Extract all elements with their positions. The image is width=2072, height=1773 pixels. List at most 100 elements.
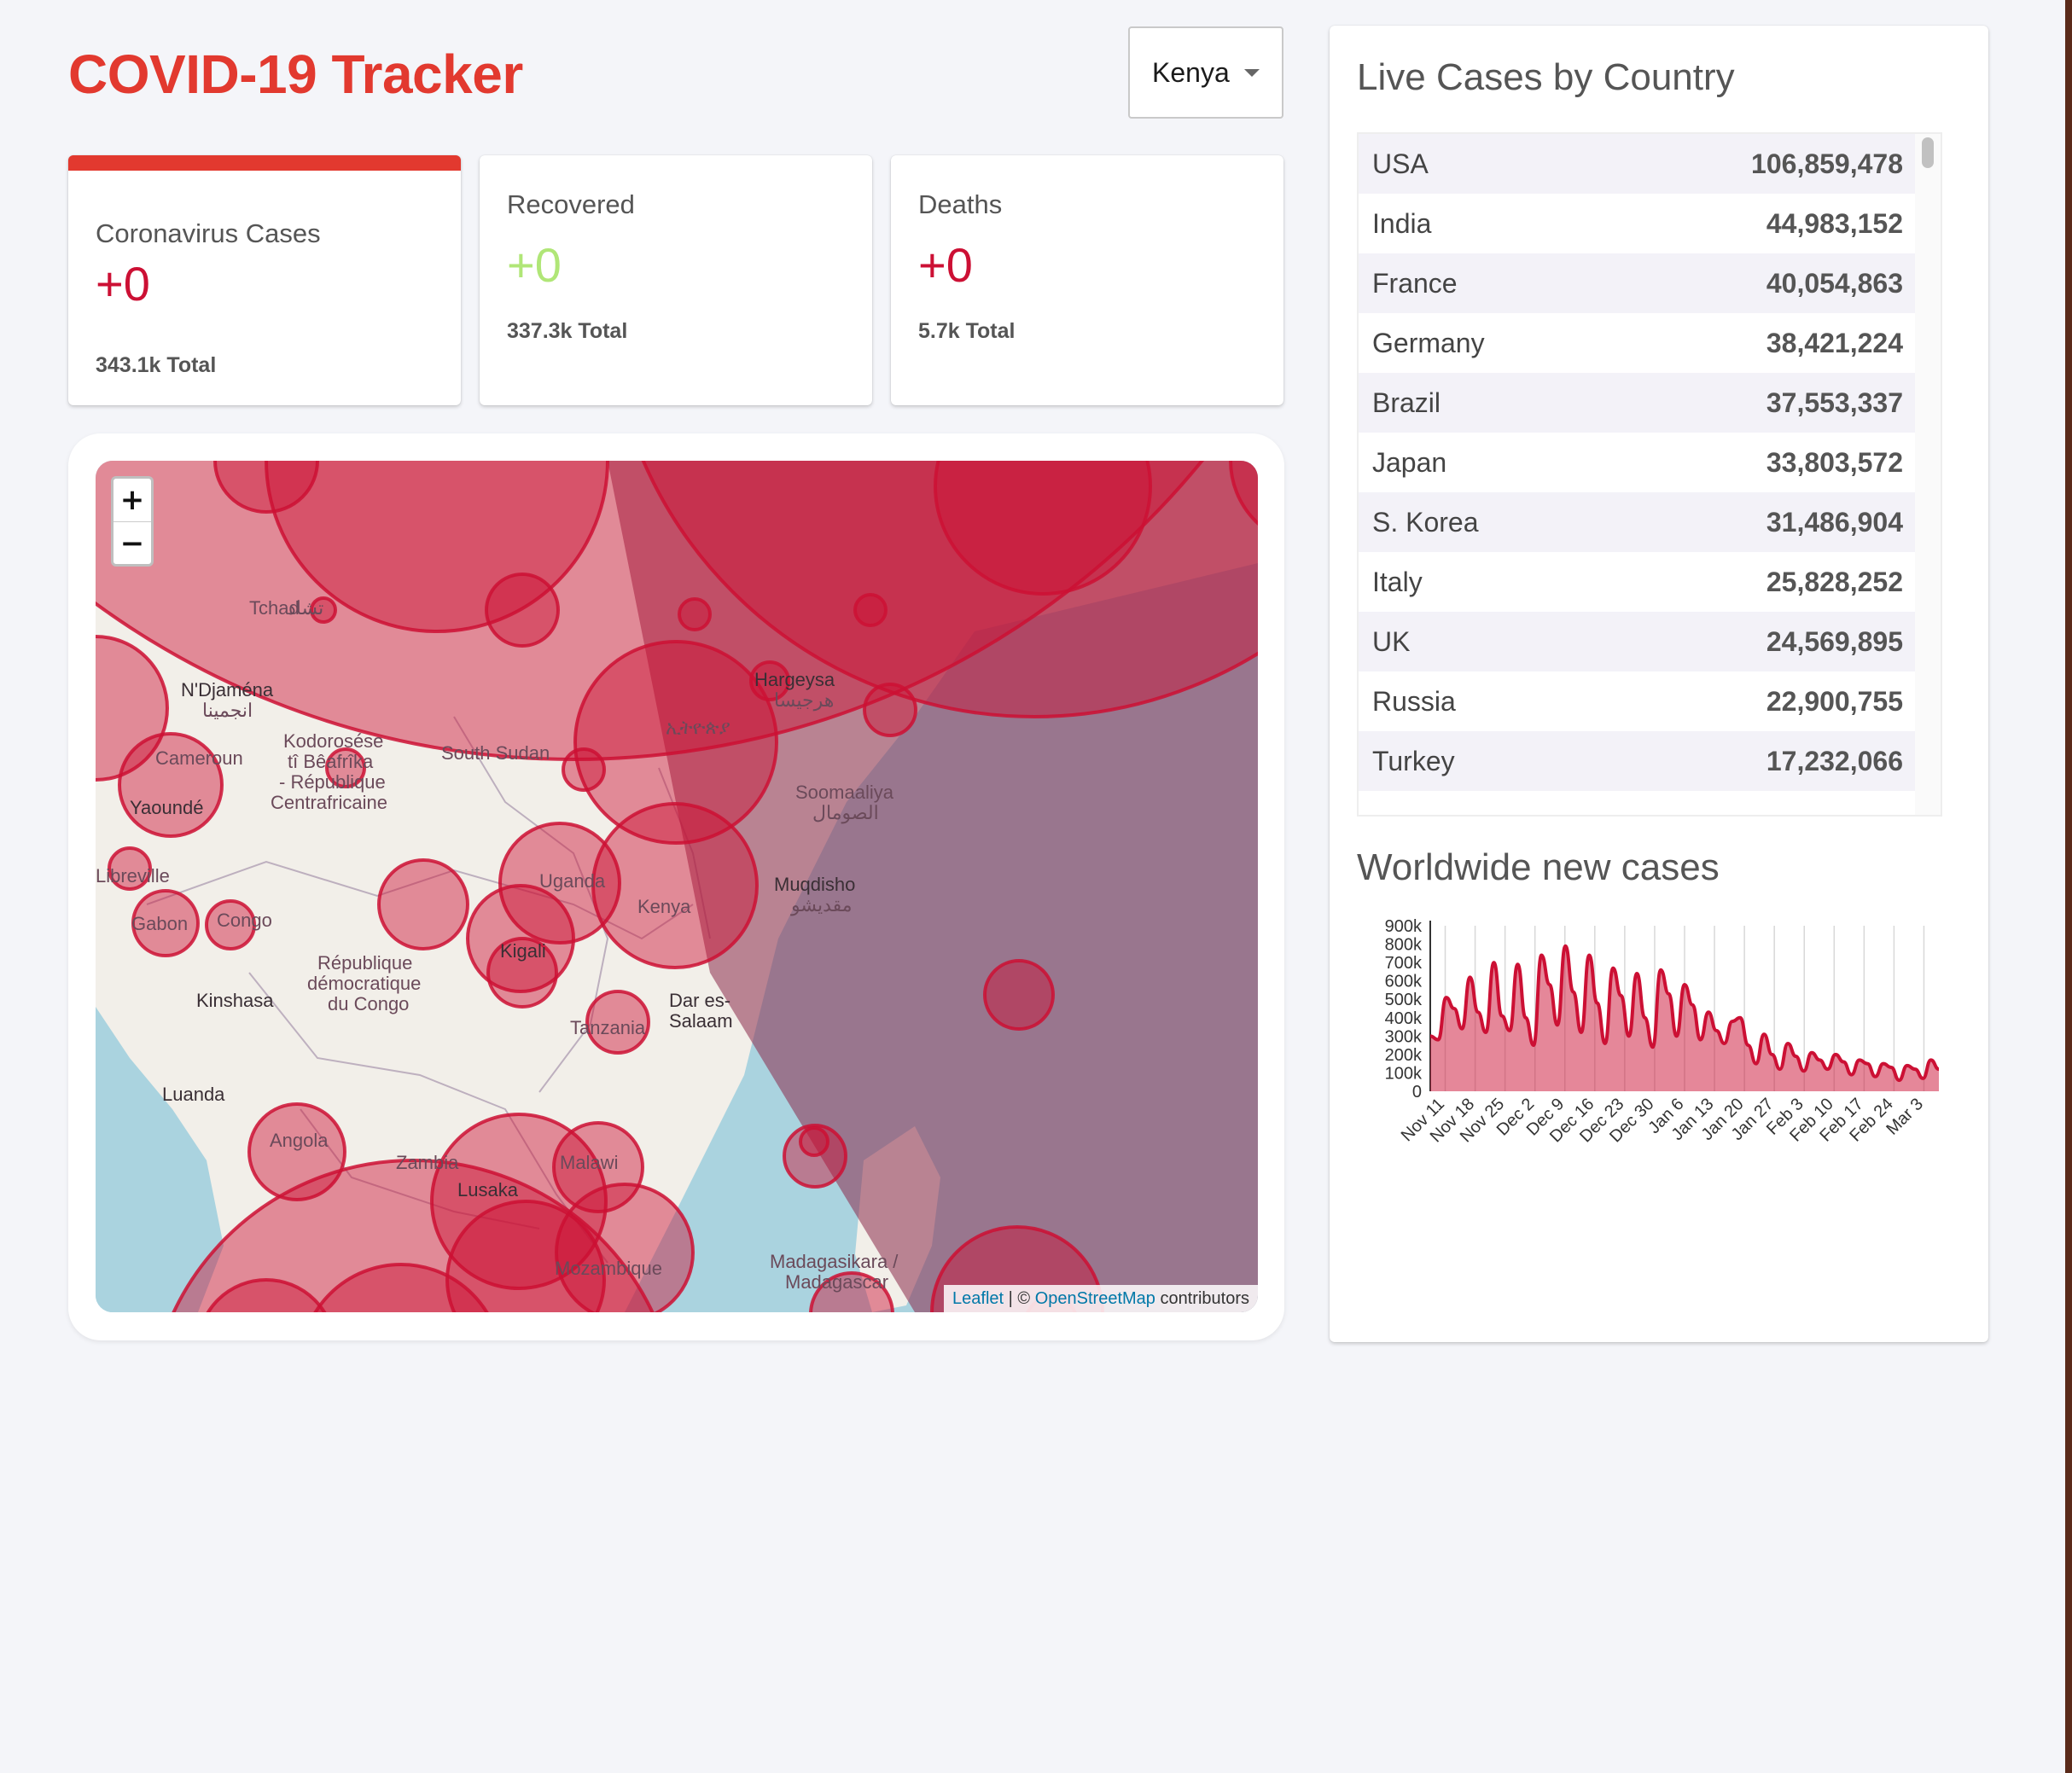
map-label: République [317,952,412,974]
cases-title: Coronavirus Cases [96,218,321,248]
side-panel: Live Cases by Country USA 106,859,478 Indi… [1330,26,1988,1342]
table-row: Turkey 17,232,066 [1359,731,1917,791]
live-cases-table[interactable]: USA 106,859,478 India 44,983,152 France 40,05… [1357,132,1942,817]
table-row: India 44,983,152 [1359,194,1917,253]
openstreetmap-link[interactable]: OpenStreetMap [1035,1289,1155,1308]
chart-y-tick: 600k [1385,973,1423,991]
map-label: Congo [217,910,272,931]
zoom-in-button[interactable]: + [113,479,151,522]
country-select[interactable]: Kenya [1128,26,1283,119]
cases-value: +0 [96,257,150,311]
map-label: Soomaaliya [795,782,894,803]
case-count: 33,803,572 [1766,446,1903,478]
map-label: Salaam [669,1010,733,1032]
map-canvas[interactable]: Tchad تشاد N'Djaména انجمينا Kodorosése … [96,461,1258,1312]
zoom-control: + − [111,476,154,567]
table-row: S. Korea 31,486,904 [1359,492,1917,552]
case-count: 25,828,252 [1766,566,1903,597]
country-name: Japan [1372,446,1447,478]
map[interactable]: Tchad تشاد N'Djaména انجمينا Kodorosése … [96,461,1258,1312]
map-label: Libreville [96,865,170,886]
chart-y-tick: 100k [1385,1064,1423,1083]
map-label: تشاد [288,597,323,619]
deaths-card[interactable]: Deaths +0 5.7k Total [891,155,1283,405]
country-select-value: Kenya [1152,56,1230,88]
chevron-down-icon [1244,68,1260,77]
recovered-title: Recovered [507,189,635,219]
chart-y-tick: 0 [1412,1083,1422,1102]
live-cases-heading: Live Cases by Country [1357,56,1735,98]
case-count: 31,486,904 [1766,506,1903,538]
map-label: Luanda [162,1084,225,1105]
table-row: USA 106,859,478 [1359,134,1917,194]
deaths-title: Deaths [918,189,1003,219]
map-label: مقديشو [790,894,853,916]
map-label: Malawi [560,1152,618,1173]
table-row: Germany 38,421,224 [1359,313,1917,373]
country-name: Turkey [1372,745,1455,776]
chart-y-tick: 200k [1385,1046,1423,1065]
map-label: Hargeysa [754,669,835,690]
map-card: Tchad تشاد N'Djaména انجمينا Kodorosése … [68,433,1284,1340]
table-row: Russia 22,900,755 [1359,671,1917,731]
map-label: Madagasikara / [770,1251,899,1272]
chart-y-tick: 400k [1385,1009,1423,1028]
cases-card[interactable]: Coronavirus Cases +0 343.1k Total [68,155,461,405]
map-label: Cameroun [155,747,243,769]
case-count: 44,983,152 [1766,207,1903,239]
map-label: Angola [270,1130,329,1151]
country-name: Russia [1372,685,1456,717]
case-count: 24,569,895 [1766,625,1903,657]
cases-total: 343.1k Total [96,353,217,377]
map-label: Kigali [500,940,546,962]
map-label: Madagascar [785,1271,888,1293]
recovered-value: +0 [507,238,562,292]
map-label: du Congo [328,993,409,1014]
map-label: الصومال [812,802,879,824]
map-label: Kenya [637,896,691,917]
country-name: France [1372,267,1458,299]
chart-y-axis: 900k800k700k600k500k400k300k200k100k0 [1385,917,1423,1102]
case-count: 40,054,863 [1766,267,1903,299]
case-count: 106,859,478 [1751,148,1903,179]
table-row: Italy 25,828,252 [1359,552,1917,612]
recovered-total: 337.3k Total [507,319,628,343]
country-name: UK [1372,625,1411,657]
map-label: Centrafricaine [271,792,387,813]
map-label: Lusaka [457,1179,519,1200]
map-label: Kodorosése [283,730,383,752]
table-row: Brazil 37,553,337 [1359,373,1917,433]
table-scroll-thumb[interactable] [1922,137,1934,168]
attribution-suffix: contributors [1160,1289,1250,1308]
table-row: UK 24,569,895 [1359,612,1917,671]
case-count: 38,421,224 [1766,327,1903,358]
map-label: Dar es- [669,990,730,1011]
zoom-out-button[interactable]: − [113,522,151,565]
map-label: South Sudan [441,742,550,764]
chart-x-axis: Nov 11Nov 18Nov 25Dec 2Dec 9Dec 16Dec 23… [1398,1095,1927,1146]
worldwide-chart: 900k800k700k600k500k400k300k200k100k0 No… [1385,917,1940,1146]
map-label: tî Bêafrîka [288,751,374,772]
country-name: Germany [1372,327,1485,358]
chart-y-tick: 500k [1385,991,1423,1009]
table-scrollbar[interactable] [1915,134,1941,815]
chart-y-tick: 900k [1385,917,1423,936]
map-label: démocratique [307,973,421,994]
case-count: 17,232,066 [1766,745,1903,776]
leaflet-link[interactable]: Leaflet [952,1289,1004,1308]
map-attribution: Leaflet | © OpenStreetMap contributors [944,1285,1258,1312]
recovered-card[interactable]: Recovered +0 337.3k Total [480,155,872,405]
country-name: Italy [1372,566,1423,597]
map-label: Kinshasa [196,990,274,1011]
worldwide-heading: Worldwide new cases [1357,846,1720,888]
table-row: Japan 33,803,572 [1359,433,1917,492]
map-label: هرجيسا [774,689,834,712]
map-label: Uganda [539,870,606,892]
map-label: ኢትዮጵያ [666,717,730,738]
map-label: N'Djaména [181,679,274,700]
case-count: 37,553,337 [1766,387,1903,418]
country-name: Brazil [1372,387,1441,418]
country-name: India [1372,207,1432,239]
map-label: Mozambique [555,1258,662,1279]
chart-y-tick: 300k [1385,1027,1423,1046]
